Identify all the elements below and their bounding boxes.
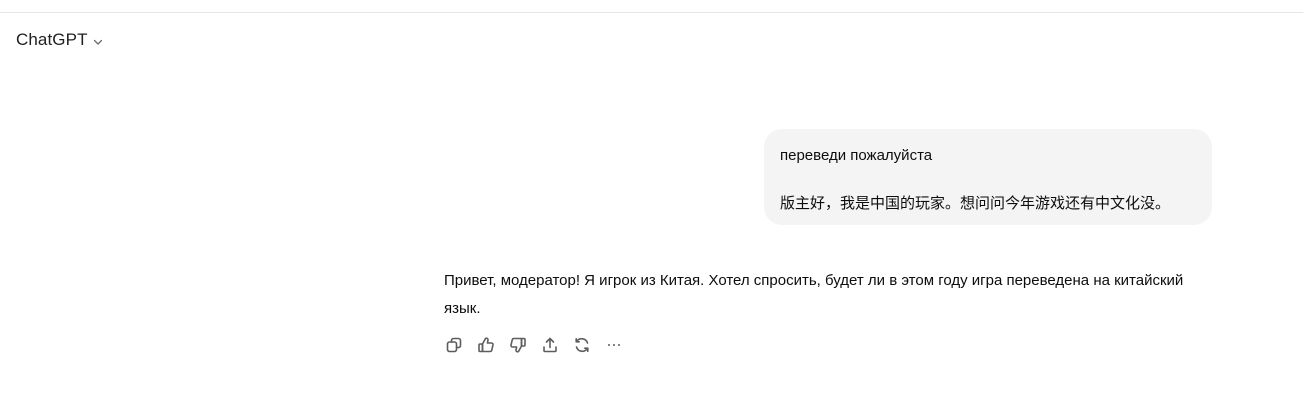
model-selector[interactable]: ChatGPT (16, 28, 104, 52)
user-message-line: переведи пожалуйста (780, 147, 933, 164)
user-message-line: 版主好，我是中国的玩家。想问问今年游戏还有中文化没。 (780, 194, 1171, 212)
assistant-message-text: Привет, модератор! Я игрок из Китая. Хот… (444, 272, 1184, 317)
chevron-down-icon (92, 35, 104, 47)
share-icon (541, 336, 559, 359)
share-button[interactable] (538, 335, 562, 359)
regenerate-icon (573, 336, 591, 359)
more-icon (605, 336, 623, 359)
assistant-message: Привет, модератор! Я игрок из Китая. Хот… (444, 267, 1184, 323)
thumbs-up-button[interactable] (474, 335, 498, 359)
copy-icon (445, 336, 463, 359)
regenerate-button[interactable] (570, 335, 594, 359)
thumbs-down-icon (509, 336, 527, 359)
more-options-button[interactable] (602, 335, 626, 359)
thumbs-down-button[interactable] (506, 335, 530, 359)
message-actions (442, 335, 626, 359)
model-name: ChatGPT (16, 30, 88, 49)
copy-button[interactable] (442, 335, 466, 359)
top-divider (0, 12, 1303, 13)
user-message: переведи пожалуйста 版主好，我是中国的玩家。想问问今年游戏还… (764, 129, 1212, 225)
thumbs-up-icon (477, 336, 495, 359)
